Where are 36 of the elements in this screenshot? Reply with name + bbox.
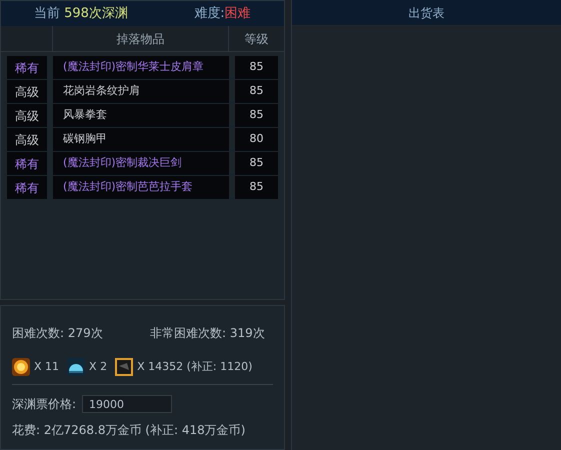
level-cell: 85 bbox=[235, 56, 278, 79]
coin-icon bbox=[12, 358, 30, 376]
item-name-cell: 风暴拳套 bbox=[53, 104, 229, 127]
item-name-cell: 花岗岩条纹护肩 bbox=[53, 80, 229, 103]
level-cell: 85 bbox=[235, 104, 278, 127]
cost-text: 花费: 2亿7268.8万金币 (补正: 418万金币) bbox=[12, 422, 246, 439]
item-name-cell: (魔法封印)密制芭芭拉手套 bbox=[53, 176, 229, 199]
rarity-cell: 稀有 bbox=[7, 152, 47, 175]
item-name-cell: (魔法封印)密制华莱士皮肩章 bbox=[53, 56, 229, 79]
level-cell: 85 bbox=[235, 152, 278, 175]
price-label: 深渊票价格: bbox=[12, 396, 76, 413]
item-count: X 2 bbox=[89, 358, 108, 375]
hard-count: 困难次数: 279次 bbox=[12, 325, 104, 342]
difficulty-label: 难度: bbox=[194, 4, 225, 23]
very-hard-count: 非常困难次数: 319次 bbox=[150, 325, 265, 342]
item-count: X 11 bbox=[34, 358, 60, 375]
level-cell: 85 bbox=[235, 176, 278, 199]
item-count: X 14352 (补正: 1120) bbox=[137, 358, 252, 375]
difficulty-value: 困难 bbox=[224, 4, 251, 23]
rarity-cell: 高级 bbox=[7, 128, 47, 151]
rarity-cell: 稀有 bbox=[7, 176, 47, 199]
item-name-cell: (魔法封印)密制裁决巨剑 bbox=[53, 152, 229, 175]
rarity-cell: 高级 bbox=[7, 104, 47, 127]
dome-icon bbox=[67, 358, 86, 376]
rarity-cell: 稀有 bbox=[7, 56, 47, 79]
shipping-title: 出货表 bbox=[292, 0, 561, 25]
rarity-cell: 高级 bbox=[7, 80, 47, 103]
current-value: 598次深渊 bbox=[64, 4, 128, 23]
level-cell: 85 bbox=[235, 80, 278, 103]
ticket-icon bbox=[115, 358, 134, 376]
column-header: 等级 bbox=[244, 30, 270, 48]
level-cell: 80 bbox=[235, 128, 278, 151]
current-label: 当前 bbox=[34, 4, 60, 23]
item-name-cell: 碳钢胸甲 bbox=[53, 128, 229, 151]
column-header: 掉落物品 bbox=[53, 26, 229, 51]
price-field[interactable]: 19000 bbox=[82, 395, 172, 413]
